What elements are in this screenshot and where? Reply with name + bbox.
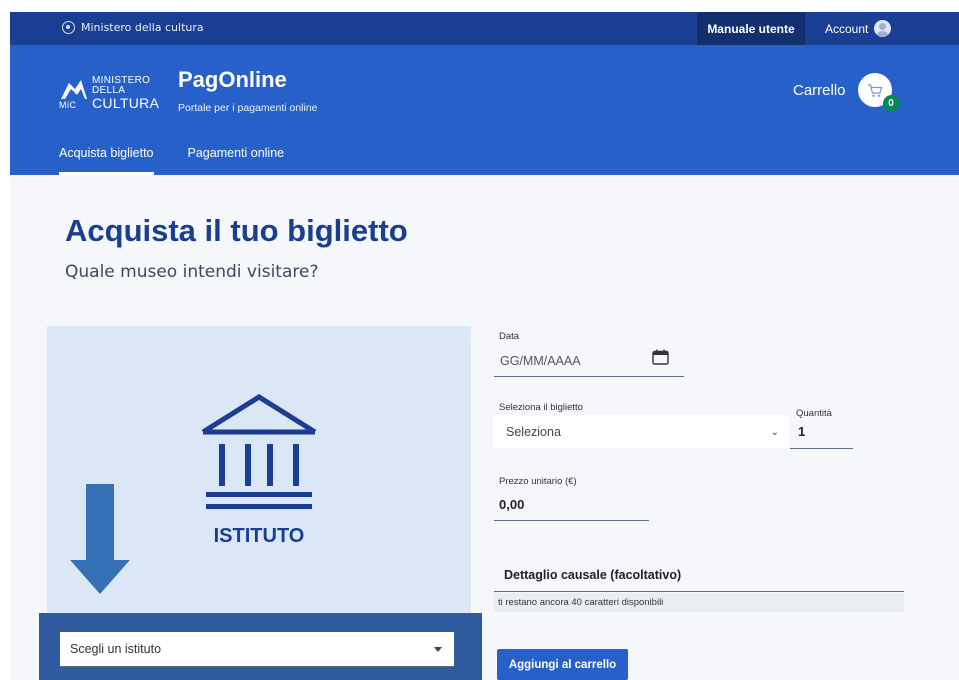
cart-button[interactable]: Carrello 0: [793, 73, 900, 112]
add-to-cart-button[interactable]: Aggiungi al carrello: [497, 649, 628, 680]
price-field: 0,00: [494, 491, 649, 521]
page: Ministero della cultura Manuale utente A…: [10, 12, 959, 680]
page-subtitle: Quale museo intendi visitare?: [65, 262, 319, 282]
brand-subtitle: Portale per i pagamenti online: [178, 102, 318, 114]
republic-emblem-icon: [62, 21, 75, 34]
ministry-label: Ministero della cultura: [81, 21, 204, 34]
quantity-label: Quantità: [796, 408, 832, 419]
page-title: Acquista il tuo biglietto: [65, 213, 408, 248]
tab-acquista-biglietto[interactable]: Acquista biglietto: [59, 146, 154, 175]
cart-icon-wrapper: 0: [857, 73, 900, 112]
caret-down-icon: [434, 647, 442, 652]
logo-line-3: CULTURA: [92, 95, 160, 111]
cart-count-badge: 0: [882, 95, 900, 112]
institute-select[interactable]: Scegli un istituto: [60, 632, 454, 667]
ministry-link[interactable]: Ministero della cultura: [62, 21, 204, 34]
header: MiC MINISTERO DELLA CULTURA PagOnline Po…: [10, 45, 959, 175]
main-nav: Acquista biglietto Pagamenti online: [59, 146, 318, 175]
institute-select-value: Scegli un istituto: [70, 642, 162, 656]
tab-pagamenti-online[interactable]: Pagamenti online: [188, 146, 285, 175]
ticket-label: Seleziona il biglietto: [499, 402, 583, 413]
quantity-input[interactable]: 1: [790, 421, 853, 449]
top-bar: Ministero della cultura Manuale utente A…: [10, 12, 959, 45]
causale-char-hint: ti restano ancora 40 caratteri disponibi…: [494, 593, 904, 612]
down-arrow-icon: [70, 484, 130, 594]
calendar-icon[interactable]: [652, 349, 669, 365]
logo-text: MINISTERO DELLA CULTURA: [92, 76, 160, 111]
ministry-logo[interactable]: MiC MINISTERO DELLA CULTURA: [59, 73, 159, 113]
logo-mic-text: MiC: [59, 100, 77, 110]
manual-button[interactable]: Manuale utente: [697, 12, 805, 45]
user-avatar-icon: [874, 20, 892, 37]
causale-input[interactable]: Dettaglio causale (facoltativo): [494, 564, 904, 592]
price-label: Prezzo unitario (€): [499, 476, 577, 487]
brand-title[interactable]: PagOnline: [178, 67, 287, 93]
ticket-select-value: Seleziona: [506, 424, 561, 439]
date-label: Data: [499, 331, 520, 342]
ticket-select[interactable]: Seleziona ⌄: [494, 415, 789, 448]
cart-label: Carrello: [793, 81, 846, 99]
shopping-cart-icon: [867, 83, 882, 97]
account-button[interactable]: Account: [825, 12, 892, 45]
account-label: Account: [825, 21, 869, 36]
museum-building-icon: [201, 394, 317, 509]
chevron-down-icon: ⌄: [770, 427, 779, 438]
